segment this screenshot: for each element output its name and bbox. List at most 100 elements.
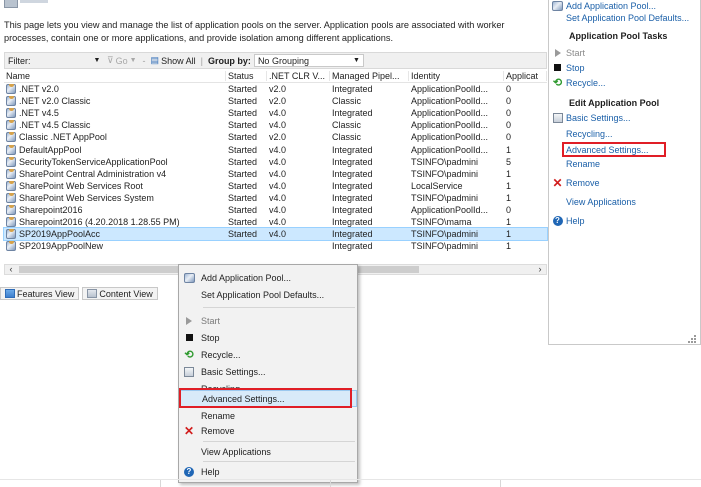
cell-name: Classic .NET AppPool <box>4 132 226 143</box>
menu-stop[interactable]: Stop <box>179 329 357 346</box>
table-row[interactable]: SP2019AppPoolNew Integrated TSINFO\padmini… <box>4 240 547 252</box>
action-add-application-pool-label: Add Application Pool... <box>566 0 657 11</box>
menu-basic-settings-label: Basic Settings... <box>201 366 266 377</box>
filter-dropdown-arrow[interactable]: ▼ <box>91 57 103 64</box>
table-row[interactable]: SharePoint Central Administration v4 Star… <box>4 168 547 180</box>
cell-name: .NET v4.5 <box>4 108 226 119</box>
cell-name: .NET v4.5 Classic <box>4 120 226 131</box>
status-bar-divider <box>0 479 701 480</box>
action-stop[interactable]: Stop <box>549 61 585 74</box>
description-line-2: processes, contain one or more applicati… <box>4 33 394 43</box>
menu-help[interactable]: ? Help <box>179 463 357 480</box>
pool-name: SecurityTokenServiceApplicationPool <box>19 156 168 167</box>
action-help[interactable]: ? Help <box>549 214 585 227</box>
column-header-name[interactable]: Name <box>4 71 226 81</box>
cell-clr: v4.0 <box>269 217 287 228</box>
go-button[interactable]: ⊽ Go ▼ <box>103 55 141 66</box>
app-pool-icon <box>6 168 16 179</box>
menu-recycle[interactable]: ⟲ Recycle... <box>179 346 357 363</box>
cell-status: Started <box>228 229 258 240</box>
cell-name: DefaultAppPool <box>4 144 226 155</box>
column-header-clr[interactable]: .NET CLR V... <box>267 71 330 81</box>
app-pool-icon <box>6 144 16 155</box>
table-row[interactable]: .NET v2.0 Started v2.0 Integrated Applicatio… <box>4 83 547 95</box>
cell-status: Started <box>228 204 258 215</box>
status-bar-separator <box>160 480 161 487</box>
action-start[interactable]: Start <box>549 46 585 59</box>
table-row[interactable]: SharePoint Web Services System Started v4.… <box>4 192 547 204</box>
action-set-defaults-label: Set Application Pool Defaults... <box>566 12 690 23</box>
app-pool-icon <box>6 120 16 131</box>
cell-apps: 0 <box>506 120 512 131</box>
cell-status: Started <box>228 168 258 179</box>
tab-features-view[interactable]: Features View <box>0 287 80 300</box>
menu-separator <box>203 307 355 308</box>
actions-panel: Add Application Pool... Set Application … <box>548 0 701 345</box>
pool-name: SP2019AppPoolNew <box>19 241 104 252</box>
cell-pipeline: Integrated <box>332 168 373 179</box>
table-row[interactable]: DefaultAppPool Started v4.0 Integrated Appli… <box>4 143 547 155</box>
cell-identity: TSINFO\padmini <box>411 192 479 203</box>
cell-pipeline: Classic <box>332 96 362 107</box>
table-row[interactable]: .NET v4.5 Classic Started v4.0 Classic Appli… <box>4 119 547 131</box>
column-header-status[interactable]: Status <box>226 71 267 81</box>
help-icon: ? <box>552 215 563 226</box>
stop-icon <box>185 334 193 341</box>
group-by-select[interactable]: No Grouping ▼ <box>253 54 364 67</box>
cell-clr: v4.0 <box>269 168 287 179</box>
tab-features-view-label: Features View <box>17 288 75 299</box>
cell-apps: 1 <box>506 144 512 155</box>
table-row[interactable]: .NET v4.5 Started v4.0 Integrated Applicatio… <box>4 107 547 119</box>
stop-icon <box>554 64 561 71</box>
cell-name: SharePoint Web Services System <box>4 192 226 203</box>
description-line-1: This page lets you view and manage the l… <box>4 20 505 30</box>
recycle-icon: ⟲ <box>184 348 194 361</box>
column-header-applications[interactable]: Applicat <box>504 71 547 81</box>
action-recycling[interactable]: Recycling... <box>549 127 613 140</box>
table-row[interactable]: Classic .NET AppPool Started v2.0 Classic Ap… <box>4 131 547 143</box>
menu-set-defaults[interactable]: Set Application Pool Defaults... <box>179 286 357 303</box>
cell-clr: v4.0 <box>269 144 287 155</box>
scroll-right-icon[interactable]: › <box>534 265 546 274</box>
table-row[interactable]: .NET v2.0 Classic Started v2.0 Classic Appli… <box>4 95 547 107</box>
table-row[interactable]: Sharepoint2016 (4.20.2018 1.28.55 PM) Sta… <box>4 216 547 228</box>
cell-apps: 0 <box>506 204 512 215</box>
menu-remove-label: Remove <box>201 425 235 436</box>
filter-toolbar: Filter: ▼ ⊽ Go ▼ - ▤ Show All | Group by… <box>4 52 547 69</box>
cell-identity: TSINFO\padmini <box>411 241 479 252</box>
action-rename[interactable]: Rename <box>549 157 600 170</box>
menu-view-applications[interactable]: View Applications <box>179 443 357 460</box>
menu-add-application-pool[interactable]: Add Application Pool... <box>179 269 357 286</box>
show-all-button[interactable]: ▤ Show All <box>148 55 199 66</box>
menu-basic-settings[interactable]: Basic Settings... <box>179 363 357 380</box>
action-view-applications[interactable]: View Applications <box>549 195 636 208</box>
action-remove[interactable]: ✕ Remove <box>549 176 599 189</box>
resize-grip-icon[interactable] <box>684 335 698 345</box>
table-row[interactable]: SecurityTokenServiceApplicationPool Start… <box>4 156 547 168</box>
action-basic-settings[interactable]: Basic Settings... <box>549 111 631 124</box>
app-pool-icon <box>552 0 563 11</box>
help-icon: ? <box>184 466 194 477</box>
action-rename-label: Rename <box>566 158 601 169</box>
action-set-defaults[interactable]: Set Application Pool Defaults... <box>549 11 689 24</box>
status-bar-separator <box>330 480 331 487</box>
table-row[interactable]: SP2019AppPoolAcc Started v4.0 Integrated TSI… <box>3 227 548 242</box>
table-row[interactable]: Sharepoint2016 Started v4.0 Integrated Appli… <box>4 204 547 216</box>
cell-clr: v4.0 <box>269 229 287 240</box>
menu-start[interactable]: Start <box>179 312 357 329</box>
column-header-identity[interactable]: Identity <box>409 71 504 81</box>
action-recycle[interactable]: ⟲ Recycle... <box>549 76 606 89</box>
pool-name: Classic .NET AppPool <box>19 132 107 143</box>
table-row[interactable]: SharePoint Web Services Root Started v4.0 I… <box>4 180 547 192</box>
cell-apps: 0 <box>506 84 512 95</box>
cell-identity: ApplicationPoolId... <box>411 108 489 119</box>
action-recycle-label: Recycle... <box>566 77 606 88</box>
menu-remove[interactable]: ✕ Remove <box>179 422 357 439</box>
content-view-icon <box>87 289 98 298</box>
app-pool-icon <box>6 241 16 252</box>
scroll-left-icon[interactable]: ‹ <box>5 265 17 274</box>
tab-content-view[interactable]: Content View <box>82 287 158 300</box>
action-basic-settings-label: Basic Settings... <box>566 112 631 123</box>
column-header-pipeline[interactable]: Managed Pipel... <box>330 71 409 81</box>
menu-view-applications-label: View Applications <box>201 446 271 457</box>
